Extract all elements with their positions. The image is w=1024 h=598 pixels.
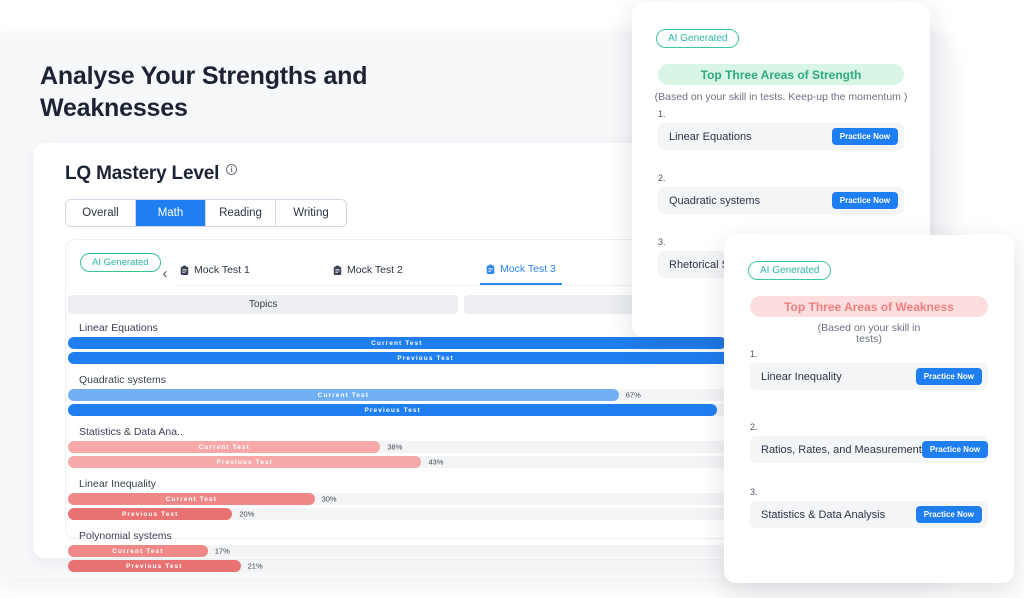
item-pill: Linear Inequality Practice Now xyxy=(750,363,988,390)
previous-test-percent: 21% xyxy=(247,561,263,571)
strength-banner: Top Three Areas of Strength xyxy=(658,64,904,85)
info-icon[interactable]: i xyxy=(226,164,238,175)
weakness-banner: Top Three Areas of Weakness xyxy=(750,296,988,317)
current-test-percent: 67% xyxy=(625,390,641,400)
list-item: 2. Quadratic systems Practice Now xyxy=(658,173,904,214)
tab-overall[interactable]: Overall xyxy=(66,200,136,226)
list-item: 1. Linear Equations Practice Now xyxy=(658,109,904,150)
item-pill: Ratios, Rates, and Measurement Practice N… xyxy=(750,436,989,463)
weakness-subtitle-line1: (Based on your skill in xyxy=(817,322,921,334)
previous-test-bar-label: Previous Test xyxy=(121,510,179,518)
mastery-header: LQ Mastery Level i xyxy=(65,163,238,185)
current-test-bar-fill: Current Test xyxy=(68,389,619,401)
item-name: Quadratic systems xyxy=(669,194,761,207)
mock-test-tab-label: Mock Test 3 xyxy=(500,263,556,275)
clipboard-icon xyxy=(486,264,495,274)
item-pill: Linear Equations Practice Now xyxy=(658,123,904,150)
topic-label: Quadratic systems xyxy=(79,374,166,386)
practice-now-button[interactable]: Practice Now xyxy=(831,128,898,145)
weakness-subtitle-line2: tests) xyxy=(856,332,882,345)
item-pill: Quadratic systems Practice Now xyxy=(658,187,904,214)
previous-test-bar-fill: Previous Test xyxy=(68,352,784,364)
previous-test-bar-fill: Previous Test xyxy=(68,508,233,520)
mock-test-tab-2[interactable]: Mock Test 2 xyxy=(327,260,409,285)
item-name: Ratios, Rates, and Measurement xyxy=(761,443,922,456)
previous-test-bar-fill: Previous Test xyxy=(68,560,241,572)
previous-test-bar-label: Previous Test xyxy=(364,406,421,414)
clipboard-icon xyxy=(180,265,189,275)
practice-now-button[interactable]: Practice Now xyxy=(915,506,982,523)
current-test-bar-label: Current Test xyxy=(371,339,423,347)
current-test-bar-label: Current Test xyxy=(112,547,164,555)
current-test-bar-fill: Current Test xyxy=(68,493,315,505)
mock-test-tab-label: Mock Test 2 xyxy=(347,264,403,276)
current-test-bar-fill: Current Test xyxy=(68,441,381,453)
tab-writing[interactable]: Writing xyxy=(276,200,346,226)
current-test-bar-fill: Current Test xyxy=(68,545,208,557)
current-test-percent: 30% xyxy=(321,494,337,504)
previous-test-bar-fill: Previous Test xyxy=(68,404,718,416)
topic-label: Statistics & Data Ana.. xyxy=(79,426,183,438)
item-name: Statistics & Data Analysis xyxy=(761,508,886,521)
current-test-bar-label: Current Test xyxy=(198,443,250,451)
mock-test-tab-1[interactable]: Mock Test 1 xyxy=(174,260,256,285)
weakness-subtitle: (Based on your skill in tests) xyxy=(746,323,992,344)
ai-generated-chip: AI Generated xyxy=(656,29,740,48)
current-test-bar-label: Current Test xyxy=(165,495,217,503)
screenshot-root: Analyse Your Strengths and Weaknesses LQ… xyxy=(0,0,1024,598)
mock-test-tab-label: Mock Test 1 xyxy=(194,264,250,276)
weakness-card: AI Generated Top Three Areas of Weakness… xyxy=(724,235,1014,583)
previous-test-bar-label: Previous Test xyxy=(397,354,454,362)
prev-arrow-icon[interactable]: ‹ xyxy=(156,266,174,281)
clipboard-icon xyxy=(333,265,342,275)
list-item: 1. Linear Inequality Practice Now xyxy=(750,349,988,390)
practice-now-button[interactable]: Practice Now xyxy=(921,441,989,458)
item-number: 1. xyxy=(658,109,666,119)
topic-label: Polynomial systems xyxy=(79,530,172,542)
item-name: Rhetorical S xyxy=(669,258,729,271)
item-pill: Statistics & Data Analysis Practice Now xyxy=(750,501,988,528)
item-number: 2. xyxy=(658,173,666,183)
practice-now-button[interactable]: Practice Now xyxy=(915,368,982,385)
previous-test-bar-label: Previous Test xyxy=(126,562,183,570)
ai-generated-chip: AI Generated xyxy=(80,253,161,272)
strength-subtitle: (Based on your skill in tests. Keep-up t… xyxy=(654,91,908,103)
item-name: Linear Equations xyxy=(669,130,752,143)
previous-test-bar-label: Previous Test xyxy=(216,458,273,466)
list-item: 3. Statistics & Data Analysis Practice Now xyxy=(750,487,988,528)
current-test-percent: 38% xyxy=(387,442,403,452)
item-name: Linear Inequality xyxy=(761,370,842,383)
mastery-title: LQ Mastery Level xyxy=(65,163,220,184)
ai-generated-chip: AI Generated xyxy=(748,261,832,280)
topic-label: Linear Equations xyxy=(79,322,158,334)
item-number: 1. xyxy=(750,349,758,359)
previous-test-bar-fill: Previous Test xyxy=(68,456,422,468)
current-test-bar-label: Current Test xyxy=(317,391,370,399)
previous-test-percent: 20% xyxy=(239,509,255,519)
practice-now-button[interactable]: Practice Now xyxy=(831,192,898,209)
item-number: 2. xyxy=(750,422,758,432)
tab-reading[interactable]: Reading xyxy=(206,200,276,226)
mock-test-tab-3[interactable]: Mock Test 3 xyxy=(480,260,562,285)
column-header-topics: Topics xyxy=(68,295,459,314)
page-title: Analyse Your Strengths and Weaknesses xyxy=(40,62,368,122)
list-item: 2. Ratios, Rates, and Measurement Practice… xyxy=(750,422,989,463)
item-number: 3. xyxy=(750,487,758,497)
topic-label: Linear Inequality xyxy=(79,478,157,490)
current-test-bar-fill: Current Test xyxy=(68,337,726,349)
tab-math[interactable]: Math xyxy=(136,200,206,226)
previous-test-percent: 43% xyxy=(428,457,444,467)
current-test-percent: 17% xyxy=(214,546,230,556)
subject-tabs[interactable]: Overall Math Reading Writing xyxy=(65,199,347,227)
